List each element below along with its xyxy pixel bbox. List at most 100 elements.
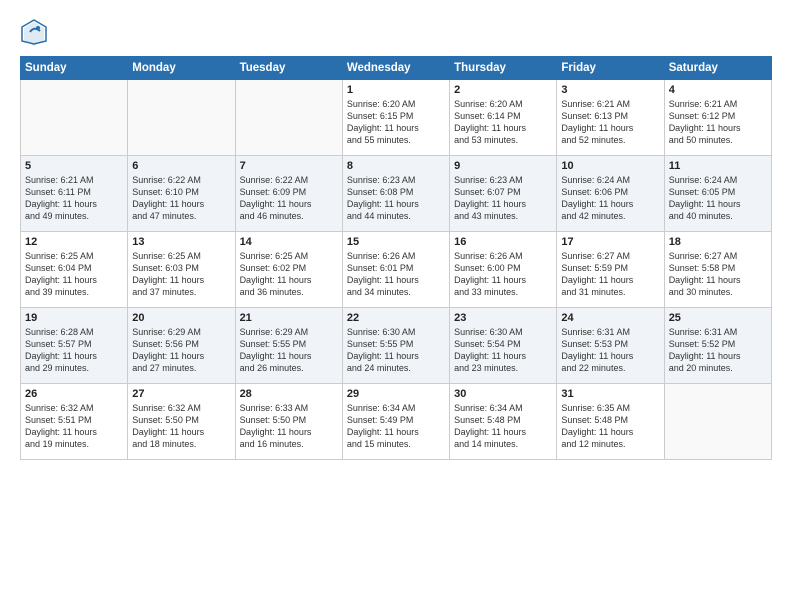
calendar-cell: 9 Sunrise: 6:23 AM Sunset: 6:07 PM Daylig… [450, 156, 557, 232]
day-info: Sunrise: 6:21 AM Sunset: 6:12 PM Dayligh… [669, 98, 767, 147]
calendar-cell: 30 Sunrise: 6:34 AM Sunset: 5:48 PM Dayli… [450, 384, 557, 460]
day-info: Sunrise: 6:29 AM Sunset: 5:56 PM Dayligh… [132, 326, 230, 375]
day-info: Sunrise: 6:20 AM Sunset: 6:15 PM Dayligh… [347, 98, 445, 147]
calendar-cell: 20 Sunrise: 6:29 AM Sunset: 5:56 PM Dayli… [128, 308, 235, 384]
day-info: Sunrise: 6:24 AM Sunset: 6:05 PM Dayligh… [669, 174, 767, 223]
calendar-cell: 18 Sunrise: 6:27 AM Sunset: 5:58 PM Dayli… [664, 232, 771, 308]
day-info: Sunrise: 6:20 AM Sunset: 6:14 PM Dayligh… [454, 98, 552, 147]
calendar-cell: 1 Sunrise: 6:20 AM Sunset: 6:15 PM Daylig… [342, 80, 449, 156]
calendar-cell: 25 Sunrise: 6:31 AM Sunset: 5:52 PM Dayli… [664, 308, 771, 384]
day-info: Sunrise: 6:23 AM Sunset: 6:08 PM Dayligh… [347, 174, 445, 223]
day-info: Sunrise: 6:24 AM Sunset: 6:06 PM Dayligh… [561, 174, 659, 223]
calendar-header-row: SundayMondayTuesdayWednesdayThursdayFrid… [21, 57, 772, 80]
day-info: Sunrise: 6:30 AM Sunset: 5:54 PM Dayligh… [454, 326, 552, 375]
calendar-cell: 26 Sunrise: 6:32 AM Sunset: 5:51 PM Dayli… [21, 384, 128, 460]
day-info: Sunrise: 6:32 AM Sunset: 5:51 PM Dayligh… [25, 402, 123, 451]
calendar-cell [664, 384, 771, 460]
day-info: Sunrise: 6:35 AM Sunset: 5:48 PM Dayligh… [561, 402, 659, 451]
day-number: 30 [454, 388, 552, 400]
calendar-cell: 17Sunrise: 6:27 AM Sunset: 5:59 PM Dayli… [557, 232, 664, 308]
day-number: 16 [454, 236, 552, 248]
day-info: Sunrise: 6:26 AM Sunset: 6:00 PM Dayligh… [454, 250, 552, 299]
day-number: 5 [25, 160, 123, 172]
day-number: 2 [454, 84, 552, 96]
calendar-cell: 22Sunrise: 6:30 AM Sunset: 5:55 PM Dayli… [342, 308, 449, 384]
day-number: 18 [669, 236, 767, 248]
calendar-header-wednesday: Wednesday [342, 57, 449, 80]
calendar-cell: 10 Sunrise: 6:24 AM Sunset: 6:06 PM Dayli… [557, 156, 664, 232]
calendar-cell: 15 Sunrise: 6:26 AM Sunset: 6:01 PM Dayli… [342, 232, 449, 308]
calendar-cell: 24 Sunrise: 6:31 AM Sunset: 5:53 PM Dayli… [557, 308, 664, 384]
calendar-cell [235, 80, 342, 156]
day-number: 3 [561, 84, 659, 96]
calendar-cell: 6Sunrise: 6:22 AM Sunset: 6:10 PM Daylig… [128, 156, 235, 232]
calendar-cell: 11 Sunrise: 6:24 AM Sunset: 6:05 PM Dayli… [664, 156, 771, 232]
day-info: Sunrise: 6:22 AM Sunset: 6:09 PM Dayligh… [240, 174, 338, 223]
day-info: Sunrise: 6:33 AM Sunset: 5:50 PM Dayligh… [240, 402, 338, 451]
page: SundayMondayTuesdayWednesdayThursdayFrid… [0, 0, 792, 612]
day-info: Sunrise: 6:25 AM Sunset: 6:03 PM Dayligh… [132, 250, 230, 299]
day-number: 1 [347, 84, 445, 96]
calendar-cell: 27Sunrise: 6:32 AM Sunset: 5:50 PM Dayli… [128, 384, 235, 460]
calendar-cell: 13 Sunrise: 6:25 AM Sunset: 6:03 PM Dayli… [128, 232, 235, 308]
calendar-table: SundayMondayTuesdayWednesdayThursdayFrid… [20, 56, 772, 460]
calendar-week-row: 26 Sunrise: 6:32 AM Sunset: 5:51 PM Dayli… [21, 384, 772, 460]
day-number: 14 [240, 236, 338, 248]
day-number: 10 [561, 160, 659, 172]
day-info: Sunrise: 6:25 AM Sunset: 6:04 PM Dayligh… [25, 250, 123, 299]
day-number: 4 [669, 84, 767, 96]
day-info: Sunrise: 6:30 AM Sunset: 5:55 PM Dayligh… [347, 326, 445, 375]
calendar-cell: 19Sunrise: 6:28 AM Sunset: 5:57 PM Dayli… [21, 308, 128, 384]
calendar-header-friday: Friday [557, 57, 664, 80]
day-info: Sunrise: 6:31 AM Sunset: 5:52 PM Dayligh… [669, 326, 767, 375]
day-number: 17 [561, 236, 659, 248]
day-info: Sunrise: 6:26 AM Sunset: 6:01 PM Dayligh… [347, 250, 445, 299]
day-info: Sunrise: 6:27 AM Sunset: 5:58 PM Dayligh… [669, 250, 767, 299]
day-number: 24 [561, 312, 659, 324]
day-number: 25 [669, 312, 767, 324]
day-info: Sunrise: 6:34 AM Sunset: 5:49 PM Dayligh… [347, 402, 445, 451]
calendar-header-monday: Monday [128, 57, 235, 80]
calendar-cell: 29Sunrise: 6:34 AM Sunset: 5:49 PM Dayli… [342, 384, 449, 460]
day-number: 23 [454, 312, 552, 324]
calendar-header-tuesday: Tuesday [235, 57, 342, 80]
day-info: Sunrise: 6:21 AM Sunset: 6:11 PM Dayligh… [25, 174, 123, 223]
day-info: Sunrise: 6:29 AM Sunset: 5:55 PM Dayligh… [240, 326, 338, 375]
day-number: 7 [240, 160, 338, 172]
header [20, 18, 772, 46]
day-number: 20 [132, 312, 230, 324]
calendar-header-saturday: Saturday [664, 57, 771, 80]
calendar-week-row: 1 Sunrise: 6:20 AM Sunset: 6:15 PM Daylig… [21, 80, 772, 156]
day-info: Sunrise: 6:34 AM Sunset: 5:48 PM Dayligh… [454, 402, 552, 451]
day-number: 12 [25, 236, 123, 248]
calendar-header-thursday: Thursday [450, 57, 557, 80]
calendar-week-row: 5 Sunrise: 6:21 AM Sunset: 6:11 PM Daylig… [21, 156, 772, 232]
day-number: 9 [454, 160, 552, 172]
day-number: 8 [347, 160, 445, 172]
calendar-week-row: 19Sunrise: 6:28 AM Sunset: 5:57 PM Dayli… [21, 308, 772, 384]
day-info: Sunrise: 6:21 AM Sunset: 6:13 PM Dayligh… [561, 98, 659, 147]
calendar-cell: 28 Sunrise: 6:33 AM Sunset: 5:50 PM Dayli… [235, 384, 342, 460]
day-info: Sunrise: 6:22 AM Sunset: 6:10 PM Dayligh… [132, 174, 230, 223]
calendar-cell: 21Sunrise: 6:29 AM Sunset: 5:55 PM Dayli… [235, 308, 342, 384]
logo [20, 18, 52, 46]
calendar-cell: 2 Sunrise: 6:20 AM Sunset: 6:14 PM Daylig… [450, 80, 557, 156]
day-number: 19 [25, 312, 123, 324]
day-info: Sunrise: 6:25 AM Sunset: 6:02 PM Dayligh… [240, 250, 338, 299]
calendar-cell: 31 Sunrise: 6:35 AM Sunset: 5:48 PM Dayli… [557, 384, 664, 460]
day-number: 31 [561, 388, 659, 400]
day-number: 26 [25, 388, 123, 400]
calendar-cell: 3 Sunrise: 6:21 AM Sunset: 6:13 PM Daylig… [557, 80, 664, 156]
day-number: 28 [240, 388, 338, 400]
day-number: 27 [132, 388, 230, 400]
day-number: 11 [669, 160, 767, 172]
calendar-cell: 4 Sunrise: 6:21 AM Sunset: 6:12 PM Daylig… [664, 80, 771, 156]
calendar-cell: 14 Sunrise: 6:25 AM Sunset: 6:02 PM Dayli… [235, 232, 342, 308]
day-number: 15 [347, 236, 445, 248]
day-number: 13 [132, 236, 230, 248]
calendar-header-sunday: Sunday [21, 57, 128, 80]
calendar-cell: 12 Sunrise: 6:25 AM Sunset: 6:04 PM Dayli… [21, 232, 128, 308]
day-info: Sunrise: 6:31 AM Sunset: 5:53 PM Dayligh… [561, 326, 659, 375]
day-info: Sunrise: 6:23 AM Sunset: 6:07 PM Dayligh… [454, 174, 552, 223]
calendar-cell: 16 Sunrise: 6:26 AM Sunset: 6:00 PM Dayli… [450, 232, 557, 308]
